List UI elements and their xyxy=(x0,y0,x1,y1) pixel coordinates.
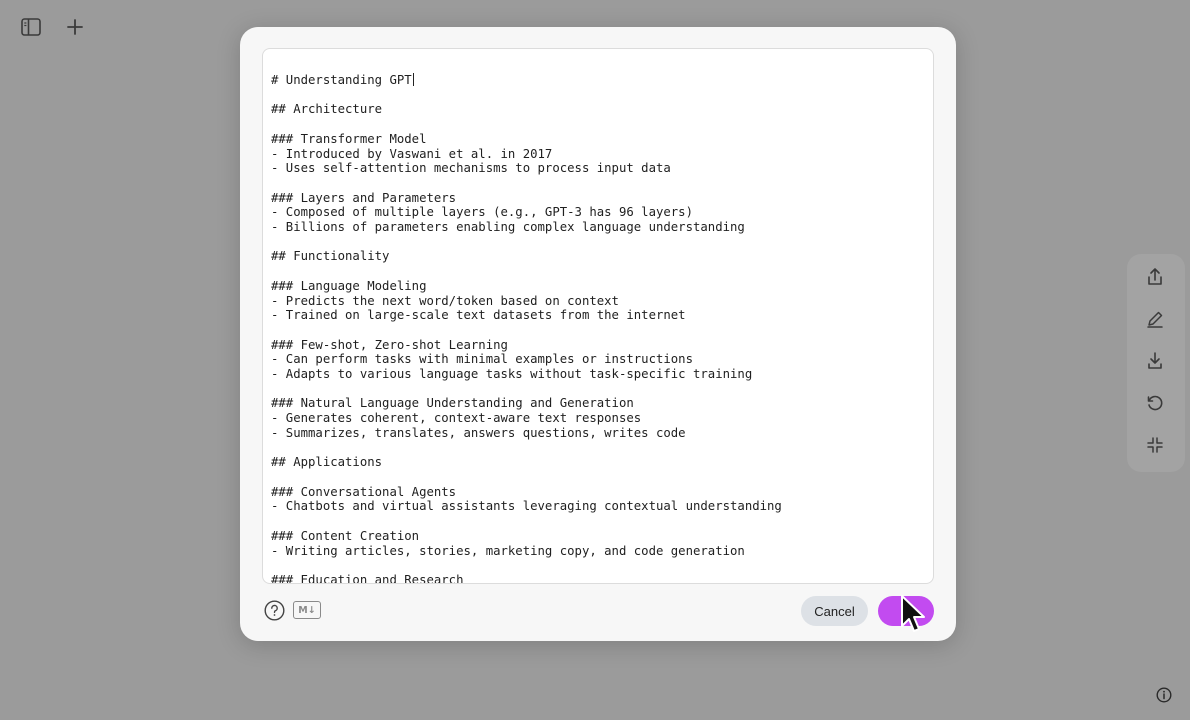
share-icon[interactable] xyxy=(1141,263,1169,291)
editor-line: - Chatbots and virtual assistants levera… xyxy=(271,499,782,514)
editor-line: - Uses self-attention mechanisms to proc… xyxy=(271,161,671,176)
editor-line: ### Few-shot, Zero-shot Learning xyxy=(271,337,508,352)
editor-line: ### Language Modeling xyxy=(271,278,427,293)
markdown-badge: M↓ xyxy=(293,601,321,619)
history-icon[interactable] xyxy=(1141,389,1169,417)
editor-line: - Writing articles, stories, marketing c… xyxy=(271,543,745,558)
editor-line: - Composed of multiple layers (e.g., GPT… xyxy=(271,205,693,220)
collapse-icon[interactable] xyxy=(1141,431,1169,459)
editor-line: - Predicts the next word/token based on … xyxy=(271,293,619,308)
editor-line: ### Natural Language Understanding and G… xyxy=(271,396,634,411)
text-caret xyxy=(412,73,414,86)
editor-line: - Adapts to various language tasks witho… xyxy=(271,367,753,382)
editor-line: ### Education and Research xyxy=(271,572,464,584)
markdown-editor[interactable]: # Understanding GPT ## Architecture ### … xyxy=(262,48,934,584)
plus-icon[interactable] xyxy=(61,13,89,41)
editor-line: ## Applications xyxy=(271,455,383,470)
editor-line: - Summarizes, translates, answers questi… xyxy=(271,425,686,440)
cancel-button[interactable]: Cancel xyxy=(801,596,868,626)
save-button[interactable]: S xyxy=(878,596,934,626)
editor-line: ## Architecture xyxy=(271,102,383,117)
editor-line: - Introduced by Vaswani et al. in 2017 xyxy=(271,146,553,161)
edit-dialog: # Understanding GPT ## Architecture ### … xyxy=(240,27,956,641)
editor-content[interactable]: # Understanding GPT ## Architecture ### … xyxy=(263,49,933,584)
editor-line: - Billions of parameters enabling comple… xyxy=(271,220,745,235)
editor-line: ### Layers and Parameters xyxy=(271,190,457,205)
question-circle-icon[interactable] xyxy=(263,599,285,621)
editor-line: ### Content Creation xyxy=(271,528,420,543)
editor-line: ## Functionality xyxy=(271,249,390,264)
editor-line: - Generates coherent, context-aware text… xyxy=(271,411,642,426)
editor-line: - Trained on large-scale text datasets f… xyxy=(271,308,686,323)
info-icon[interactable] xyxy=(1154,685,1174,705)
pencil-icon[interactable] xyxy=(1141,305,1169,333)
sidebar-toggle-icon[interactable] xyxy=(17,13,45,41)
editor-line: ### Conversational Agents xyxy=(271,484,457,499)
editor-line: # Understanding GPT xyxy=(271,73,412,87)
download-icon[interactable] xyxy=(1141,347,1169,375)
editor-line: - Can perform tasks with minimal example… xyxy=(271,352,693,367)
editor-line: ### Transformer Model xyxy=(271,131,427,146)
